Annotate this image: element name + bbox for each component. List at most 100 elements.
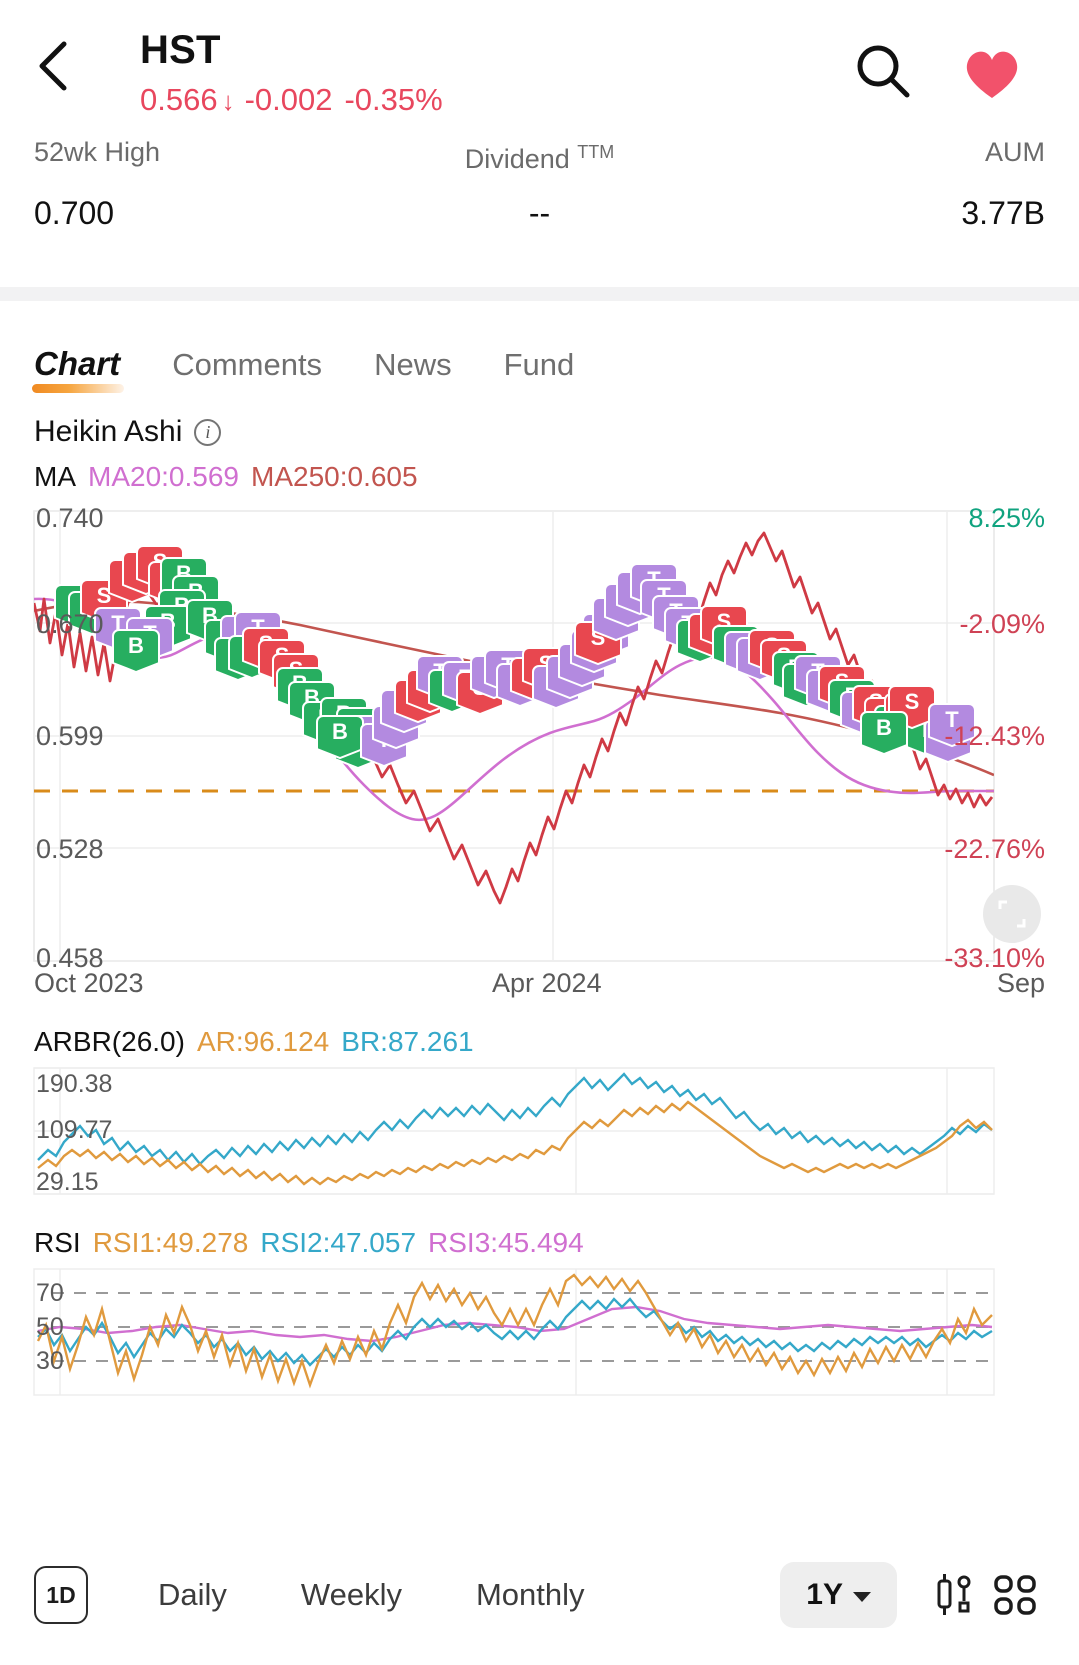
x-axis-label: Oct 2023 (34, 968, 144, 998)
y-axis-label: 0.740 (36, 503, 104, 533)
arbr-br-value: BR:87.261 (341, 1026, 474, 1057)
chart-style-label: Heikin Ashi (34, 415, 183, 448)
svg-text:B: B (876, 715, 892, 740)
stat-label-sup: TTM (577, 142, 615, 162)
stat-labels-row: 52wk High Dividend TTM AUM (34, 135, 1045, 176)
price-change: -0.002 (244, 82, 333, 117)
search-icon (857, 45, 910, 98)
signal-marker: B (316, 715, 364, 760)
y-axis-right-label: -12.43% (944, 721, 1045, 751)
svg-text:B: B (332, 719, 348, 744)
fullscreen-button[interactable] (983, 885, 1041, 943)
y-axis-label: 0.528 (36, 834, 104, 864)
tab-news[interactable]: News (374, 347, 452, 393)
price-chart[interactable]: BBSTSSSSBBBBTBBETTBBSSSBBBBBTBBTTTSSTBTS… (0, 503, 1079, 1010)
stat-value-cell: 0.700 (34, 176, 371, 234)
rsi-y-label: 70 (36, 1279, 64, 1307)
heart-icon (966, 51, 1018, 98)
price-change-percent: -0.35% (344, 82, 443, 117)
stat-value-cell: 3.77B (708, 176, 1045, 234)
stat-label: Dividend TTM (371, 135, 708, 176)
rsi1-value: RSI1:49.278 (92, 1227, 249, 1258)
rsi2-value: RSI2:47.057 (260, 1227, 417, 1258)
stat-aum: AUM (708, 135, 1045, 176)
last-price: 0.566 (140, 82, 218, 117)
y-axis-right-label: -2.09% (959, 609, 1045, 639)
arbr-title: ARBR(26.0) (34, 1026, 185, 1057)
chevron-down-icon (853, 1592, 871, 1602)
arbr-y-label: 190.38 (36, 1070, 113, 1098)
quote-row: 0.566 ↓ -0.002 -0.35% (140, 80, 443, 120)
chart-toolbar: 1D Daily Weekly Monthly 1Y (0, 1525, 1079, 1665)
tab-chart[interactable]: Chart (31, 345, 125, 393)
stat-value: 3.77B (961, 195, 1045, 231)
y-axis-right-label: 8.25% (968, 503, 1045, 533)
key-stats: 52wk High Dividend TTM AUM 0.700 -- 3.77… (0, 135, 1079, 265)
price-x-axis: Oct 2023 Apr 2024 Sep (0, 968, 1079, 1010)
stat-value: 0.700 (34, 195, 115, 231)
ma-legend-label: MA (34, 461, 76, 492)
y-axis-label: 0.670 (36, 609, 104, 639)
favorite-button[interactable] (961, 44, 1023, 107)
arbr-y-label: 29.15 (36, 1168, 99, 1196)
stock-detail-page: HST 0.566 ↓ -0.002 -0.35% 52wk High Divi… (0, 0, 1079, 1665)
rsi-y-label: 30 (36, 1347, 64, 1375)
chart-style-row[interactable]: Heikin Ashi i (0, 393, 1079, 449)
layout-button[interactable] (985, 1565, 1045, 1625)
stat-values-row: 0.700 -- 3.77B (34, 176, 1045, 234)
period-weekly[interactable]: Weekly (301, 1577, 402, 1613)
title-block: HST 0.566 ↓ -0.002 -0.35% (140, 26, 443, 120)
stat-dividend: Dividend TTM (371, 135, 708, 176)
rsi-title: RSI (34, 1227, 81, 1258)
chevron-left-icon (39, 41, 67, 91)
app-header: HST 0.566 ↓ -0.002 -0.35% (0, 0, 1079, 135)
signal-markers: BBSTSSSSBBBBTBBETTBBSSSBBBBBTBBTTTSSTBTS… (54, 545, 976, 770)
rsi-plot-area[interactable]: 70 50 30 (0, 1265, 1079, 1400)
price-plot-svg: BBSTSSSSBBBBTBBETTBBSSSBBBBBTBBTTTSSTBTS… (33, 510, 995, 962)
back-button[interactable] (26, 38, 82, 94)
svg-text:S: S (905, 689, 920, 714)
interval-badge-1d[interactable]: 1D (34, 1566, 88, 1624)
page-title: HST (140, 28, 221, 72)
ma-legend: MA MA20:0.569 MA250:0.605 (0, 449, 1079, 493)
rsi-legend: RSI RSI1:49.278 RSI2:47.057 RSI3:45.494 (0, 1199, 1079, 1265)
arbr-y-label: 109.77 (36, 1116, 113, 1144)
tab-comments[interactable]: Comments (172, 347, 322, 393)
price-plot-area[interactable]: BBSTSSSSBBBBTBBETTBBSSSBBBBBTBBTTTSSTBTS… (0, 503, 1079, 973)
tab-bar: Chart Comments News Fund (0, 301, 1079, 393)
rsi-y-label: 50 (36, 1313, 64, 1341)
x-axis-label: Sep (996, 968, 1045, 998)
svg-text:B: B (128, 633, 144, 658)
signal-marker: B (112, 629, 160, 674)
range-selector-label: 1Y (806, 1578, 843, 1611)
tab-fund[interactable]: Fund (504, 347, 575, 393)
fullscreen-icon (998, 900, 1026, 928)
stat-label: 52wk High (34, 137, 161, 167)
down-arrow-icon: ↓ (221, 86, 235, 116)
period-monthly[interactable]: Monthly (476, 1577, 585, 1613)
range-selector[interactable]: 1Y (780, 1562, 897, 1628)
candle-settings-icon (937, 1574, 971, 1615)
info-icon[interactable]: i (194, 418, 222, 446)
stat-label: AUM (985, 137, 1045, 167)
stat-label-text: Dividend (464, 144, 570, 174)
section-divider (0, 287, 1079, 301)
rsi-plot-svg (33, 1268, 995, 1396)
signal-marker: B (860, 711, 908, 756)
chart-settings-button[interactable] (925, 1565, 985, 1625)
y-axis-label: 0.599 (36, 721, 104, 751)
ma250-value: MA250:0.605 (251, 461, 418, 492)
arbr-plot-area[interactable]: 190.38 109.77 29.15 (0, 1064, 1079, 1199)
y-axis-right-label: -22.76% (944, 834, 1045, 864)
stat-52wk-high: 52wk High (34, 135, 371, 176)
arbr-ar-value: AR:96.124 (196, 1026, 330, 1057)
arbr-plot-svg (33, 1067, 995, 1195)
stat-value: -- (528, 195, 551, 231)
search-button[interactable] (851, 40, 915, 109)
stat-value-cell: -- (371, 176, 708, 234)
ma20-value: MA20:0.569 (88, 461, 239, 492)
period-daily[interactable]: Daily (158, 1577, 227, 1613)
arbr-legend: ARBR(26.0) AR:96.124 BR:87.261 (0, 1010, 1079, 1064)
grid-layout-icon (994, 1575, 1036, 1615)
rsi3-value: RSI3:45.494 (428, 1227, 584, 1258)
